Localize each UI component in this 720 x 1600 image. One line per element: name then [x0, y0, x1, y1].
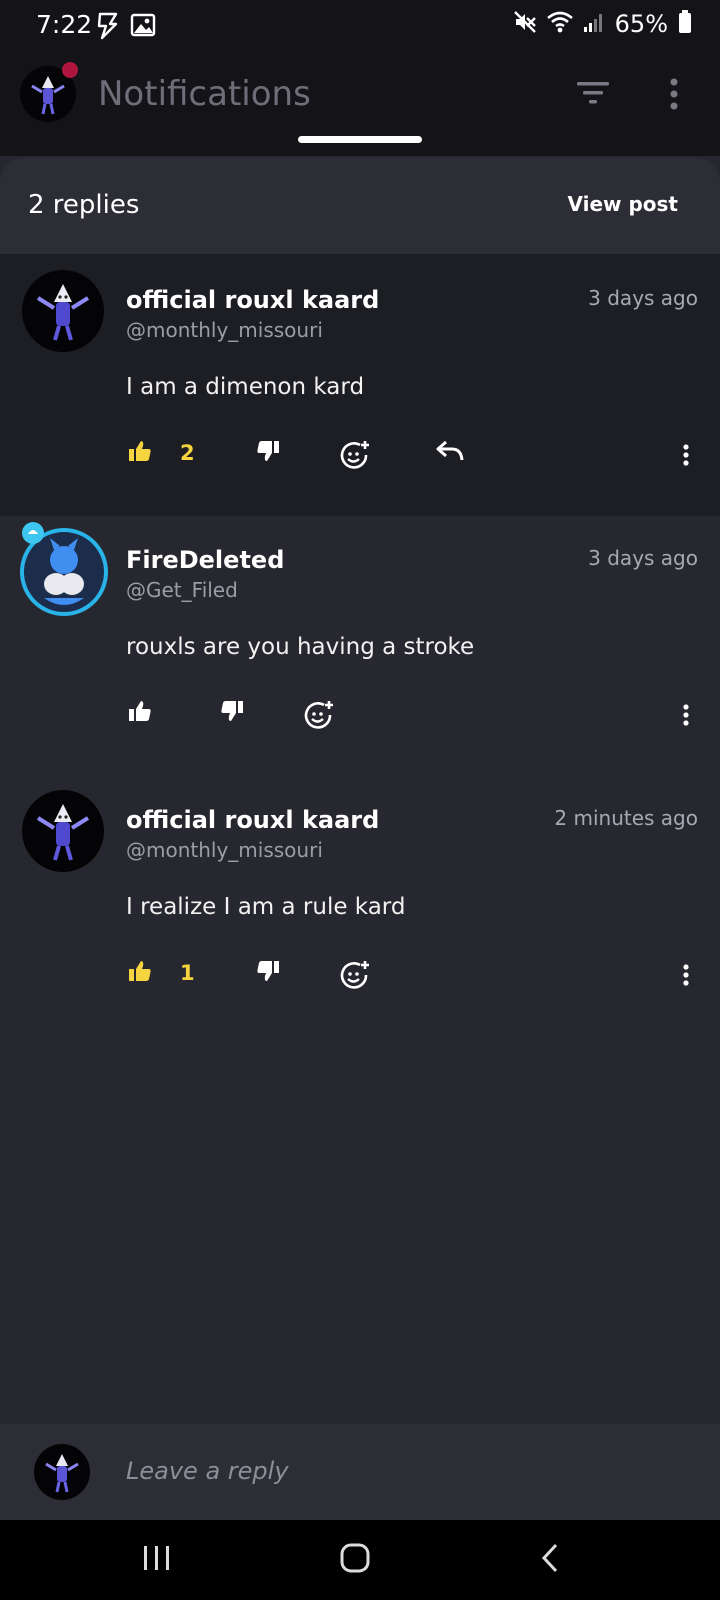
comment-actions: 1: [0, 960, 720, 1000]
page-title: Notifications: [98, 74, 311, 114]
signal-icon: [583, 11, 605, 37]
comment-handle: @monthly_missouri: [126, 838, 323, 862]
avatar-image: [45, 1454, 79, 1493]
avatar-image: [36, 284, 90, 341]
battery-icon: [678, 10, 692, 38]
comment-author[interactable]: FireDeleted: [126, 546, 284, 574]
thumbs-up-icon: [128, 960, 152, 986]
comment-text: I am a dimenon kard: [126, 374, 365, 400]
add-emoji-icon: [340, 440, 370, 474]
add-emoji-icon: [340, 960, 370, 994]
thumbs-down-icon: [220, 700, 244, 726]
comment-time: 3 days ago: [588, 546, 698, 570]
flash-icon: [96, 12, 120, 44]
avatar[interactable]: [22, 790, 104, 872]
comment-handle: @Get_Filed: [126, 578, 238, 602]
avatar-image: [36, 804, 90, 861]
dislike-button[interactable]: [256, 960, 280, 986]
status-bar: 7:22 65%: [0, 0, 720, 56]
status-time: 7:22: [36, 10, 93, 39]
dislike-button[interactable]: [220, 700, 244, 726]
reply-composer: [0, 1424, 720, 1520]
add-reaction-button[interactable]: [340, 440, 370, 474]
like-button[interactable]: [128, 700, 152, 726]
comment-text: I realize I am a rule kard: [126, 894, 406, 920]
notification-dot: [62, 62, 78, 78]
add-reaction-button[interactable]: [340, 960, 370, 994]
drag-handle[interactable]: [298, 136, 422, 143]
dislike-button[interactable]: [256, 440, 280, 466]
add-reaction-button[interactable]: [304, 700, 334, 734]
home-icon[interactable]: [340, 1542, 370, 1578]
reply-input[interactable]: [124, 1450, 668, 1492]
comment-more-icon[interactable]: [682, 964, 690, 990]
replies-count: 2 replies: [28, 190, 140, 220]
filter-icon[interactable]: [576, 80, 610, 110]
app-header: Notifications: [0, 56, 720, 156]
comment-time: 3 days ago: [588, 286, 698, 310]
comment-item: official rouxl kaard @monthly_missouri 3…: [0, 254, 720, 516]
replies-sheet-header: 2 replies View post: [0, 158, 720, 254]
view-post-button[interactable]: View post: [567, 192, 678, 216]
reply-arrow-icon: [436, 440, 464, 466]
back-icon[interactable]: [540, 1542, 562, 1578]
recent-apps-icon[interactable]: [142, 1542, 172, 1578]
avatar: [34, 1444, 90, 1500]
like-button[interactable]: 2: [128, 440, 195, 466]
comment-author[interactable]: official rouxl kaard: [126, 286, 379, 314]
thumbs-up-icon: [128, 700, 152, 726]
avatar[interactable]: [22, 270, 104, 352]
comment-handle: @monthly_missouri: [126, 318, 323, 342]
comment-item: official rouxl kaard @monthly_missouri 2…: [0, 776, 720, 1036]
comment-item: FireDeleted @Get_Filed 3 days ago rouxls…: [0, 516, 720, 776]
like-count: 2: [180, 441, 195, 465]
battery-percent: 65%: [614, 10, 668, 38]
comment-author[interactable]: official rouxl kaard: [126, 806, 379, 834]
image-icon: [130, 12, 156, 44]
comment-actions: [0, 700, 720, 740]
reply-button[interactable]: [436, 440, 464, 466]
thumbs-up-icon: [128, 440, 152, 466]
comment-actions: 2: [0, 440, 720, 480]
comment-text: rouxls are you having a stroke: [126, 634, 475, 660]
mute-icon: [513, 10, 537, 38]
more-vertical-icon[interactable]: [668, 78, 680, 114]
add-emoji-icon: [304, 700, 334, 734]
system-nav-bar: [0, 1520, 720, 1600]
avatar-badge: [20, 520, 46, 550]
comment-more-icon[interactable]: [682, 704, 690, 730]
thumbs-down-icon: [256, 960, 280, 986]
like-button[interactable]: 1: [128, 960, 195, 986]
thumbs-down-icon: [256, 440, 280, 466]
comment-time: 2 minutes ago: [554, 806, 698, 830]
like-count: 1: [180, 961, 195, 985]
comment-more-icon[interactable]: [682, 444, 690, 470]
wifi-icon: [546, 11, 573, 37]
